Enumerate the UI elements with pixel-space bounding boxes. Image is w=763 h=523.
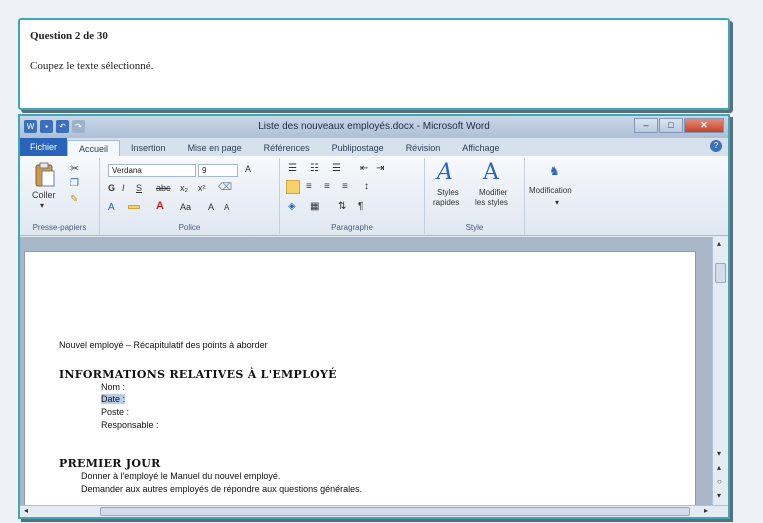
- quick-styles-icon[interactable]: A: [437, 160, 453, 185]
- clear-format-icon[interactable]: ⌫: [218, 182, 232, 193]
- doc-field-date-selected[interactable]: Date :: [101, 394, 126, 404]
- editing-dropdown-icon[interactable]: ▾: [555, 198, 559, 207]
- title-bar: W ▪ ↶ ↷ Liste des nouveaux employés.docx…: [20, 116, 728, 138]
- tab-references[interactable]: Références: [253, 140, 321, 156]
- horizontal-scroll-thumb[interactable]: [100, 507, 690, 516]
- tab-fichier[interactable]: Fichier: [20, 138, 68, 156]
- doc-field-name[interactable]: Nom :: [101, 382, 125, 392]
- bullets-icon[interactable]: ☰: [288, 163, 297, 174]
- word-window: W ▪ ↶ ↷ Liste des nouveaux employés.docx…: [18, 114, 730, 519]
- strikethrough-icon[interactable]: abc: [156, 183, 171, 193]
- tab-accueil[interactable]: Accueil: [67, 140, 121, 156]
- doc-field-manager[interactable]: Responsable :: [101, 420, 159, 430]
- minimize-button[interactable]: –: [634, 118, 658, 133]
- tab-mise-en-page[interactable]: Mise en page: [177, 140, 253, 156]
- scroll-left-icon[interactable]: ◂: [24, 506, 28, 515]
- styles-group: A Styles rapides A Modifier les styles S…: [425, 158, 525, 234]
- doc-first-day-item[interactable]: Donner à l'employé le Manuel du nouvel e…: [81, 471, 280, 481]
- paste-icon[interactable]: [34, 162, 56, 188]
- align-center-icon[interactable]: ≡: [306, 181, 312, 192]
- binoculars-icon[interactable]: ♞: [549, 164, 560, 178]
- clipboard-group-label: Presse-papiers: [32, 223, 87, 232]
- doc-field-position[interactable]: Poste :: [101, 407, 129, 417]
- close-button[interactable]: ✕: [684, 118, 724, 133]
- superscript-icon[interactable]: x²: [198, 183, 206, 193]
- shading-icon[interactable]: ◈: [288, 201, 296, 212]
- italic-icon[interactable]: I: [122, 183, 125, 193]
- doc-first-day-item[interactable]: Demander aux autres employés de répondre…: [81, 484, 362, 494]
- copy-icon[interactable]: ❐: [70, 178, 79, 189]
- change-styles-icon[interactable]: A: [483, 160, 499, 185]
- justify-icon[interactable]: ≡: [342, 181, 348, 192]
- tab-revision[interactable]: Révision: [395, 140, 452, 156]
- change-styles-label-2[interactable]: les styles: [475, 198, 508, 207]
- document-page[interactable]: Nouvel employé – Récapitulatif des point…: [24, 251, 696, 517]
- font-name-combo[interactable]: Verdana: [108, 164, 196, 177]
- highlight-color-icon[interactable]: [128, 205, 140, 209]
- help-icon[interactable]: ?: [710, 140, 722, 152]
- cut-icon[interactable]: ✂: [70, 162, 79, 175]
- ribbon-tabs: Fichier Accueil Insertion Mise en page R…: [20, 138, 728, 156]
- tab-publipostage[interactable]: Publipostage: [321, 140, 395, 156]
- doc-intro[interactable]: Nouvel employé – Récapitulatif des point…: [59, 340, 268, 350]
- multilevel-list-icon[interactable]: ☰: [332, 163, 341, 174]
- clipboard-group: Coller ▾ ✂ ❐ ✎ Presse-papiers: [20, 158, 100, 234]
- tab-affichage[interactable]: Affichage: [451, 140, 510, 156]
- editing-button[interactable]: Modification: [529, 186, 572, 195]
- grow-font-icon[interactable]: A: [245, 164, 251, 174]
- subscript-icon[interactable]: x₂: [180, 183, 188, 193]
- change-case-icon[interactable]: Aa: [180, 202, 191, 212]
- scroll-down-icon[interactable]: ▾: [717, 449, 721, 458]
- sort-icon[interactable]: ⇅: [338, 201, 346, 212]
- font-color-icon[interactable]: A: [156, 200, 164, 212]
- scroll-right-icon[interactable]: ▸: [704, 506, 708, 515]
- maximize-button[interactable]: □: [659, 118, 683, 133]
- show-formatting-icon[interactable]: ¶: [358, 201, 363, 212]
- paste-dropdown-icon[interactable]: ▾: [40, 201, 44, 210]
- align-left-icon[interactable]: [286, 180, 300, 194]
- tab-insertion[interactable]: Insertion: [120, 140, 177, 156]
- paragraph-group-label: Paragraphe: [331, 223, 373, 232]
- change-styles-label-1[interactable]: Modifier: [479, 188, 507, 197]
- select-browse-object-icon[interactable]: ○: [717, 477, 722, 486]
- numbering-icon[interactable]: ☷: [310, 163, 319, 174]
- window-title: Liste des nouveaux employés.docx - Micro…: [258, 121, 490, 132]
- question-panel: Question 2 de 30 Coupez le texte sélecti…: [18, 18, 730, 110]
- scroll-up-icon[interactable]: ▴: [717, 239, 721, 248]
- horizontal-scrollbar[interactable]: ◂ ▸: [20, 505, 728, 517]
- vertical-scrollbar[interactable]: ▴ ▾ ▴ ○ ▾: [712, 237, 728, 509]
- font-group: Verdana 9 A G I S abc x₂ x² ⌫ A A Aa A A…: [100, 158, 280, 234]
- quick-styles-label-2[interactable]: rapides: [433, 198, 459, 207]
- ribbon: Coller ▾ ✂ ❐ ✎ Presse-papiers Verdana 9 …: [20, 156, 728, 236]
- next-page-icon[interactable]: ▾: [717, 491, 721, 500]
- format-painter-icon[interactable]: ✎: [70, 194, 78, 205]
- paragraph-group: ☰ ☷ ☰ ⇤ ⇥ ≡ ≡ ≡ ↕ ◈ ▦ ⇅ ¶ Paragraphe: [280, 158, 425, 234]
- decrease-indent-icon[interactable]: ⇤: [360, 163, 368, 174]
- borders-icon[interactable]: ▦: [310, 201, 319, 212]
- shrink-font-icon[interactable]: A: [224, 203, 229, 212]
- editing-group: ♞ Modification ▾: [525, 158, 595, 234]
- styles-group-label: Style: [465, 223, 484, 232]
- align-right-icon[interactable]: ≡: [324, 181, 330, 192]
- line-spacing-icon[interactable]: ↕: [364, 181, 369, 192]
- previous-page-icon[interactable]: ▴: [717, 463, 721, 472]
- vertical-scroll-thumb[interactable]: [715, 263, 726, 283]
- grow-font-size-icon[interactable]: A: [208, 202, 214, 212]
- doc-heading-first-day[interactable]: PREMIER JOUR: [59, 457, 161, 470]
- quick-styles-label-1[interactable]: Styles: [437, 188, 459, 197]
- underline-icon[interactable]: S: [136, 183, 142, 193]
- bold-icon[interactable]: G: [108, 183, 115, 193]
- font-size-combo[interactable]: 9: [198, 164, 238, 177]
- paste-button[interactable]: Coller: [32, 190, 56, 200]
- doc-heading-employee-info[interactable]: INFORMATIONS RELATIVES À L'EMPLOYÉ: [59, 368, 337, 381]
- document-area: Nouvel employé – Récapitulatif des point…: [20, 237, 716, 517]
- font-group-label: Police: [178, 223, 201, 232]
- increase-indent-icon[interactable]: ⇥: [376, 163, 384, 174]
- text-effects-icon[interactable]: A: [108, 202, 115, 213]
- question-title: Question 2 de 30: [30, 30, 108, 42]
- question-text: Coupez le texte sélectionné.: [30, 60, 154, 72]
